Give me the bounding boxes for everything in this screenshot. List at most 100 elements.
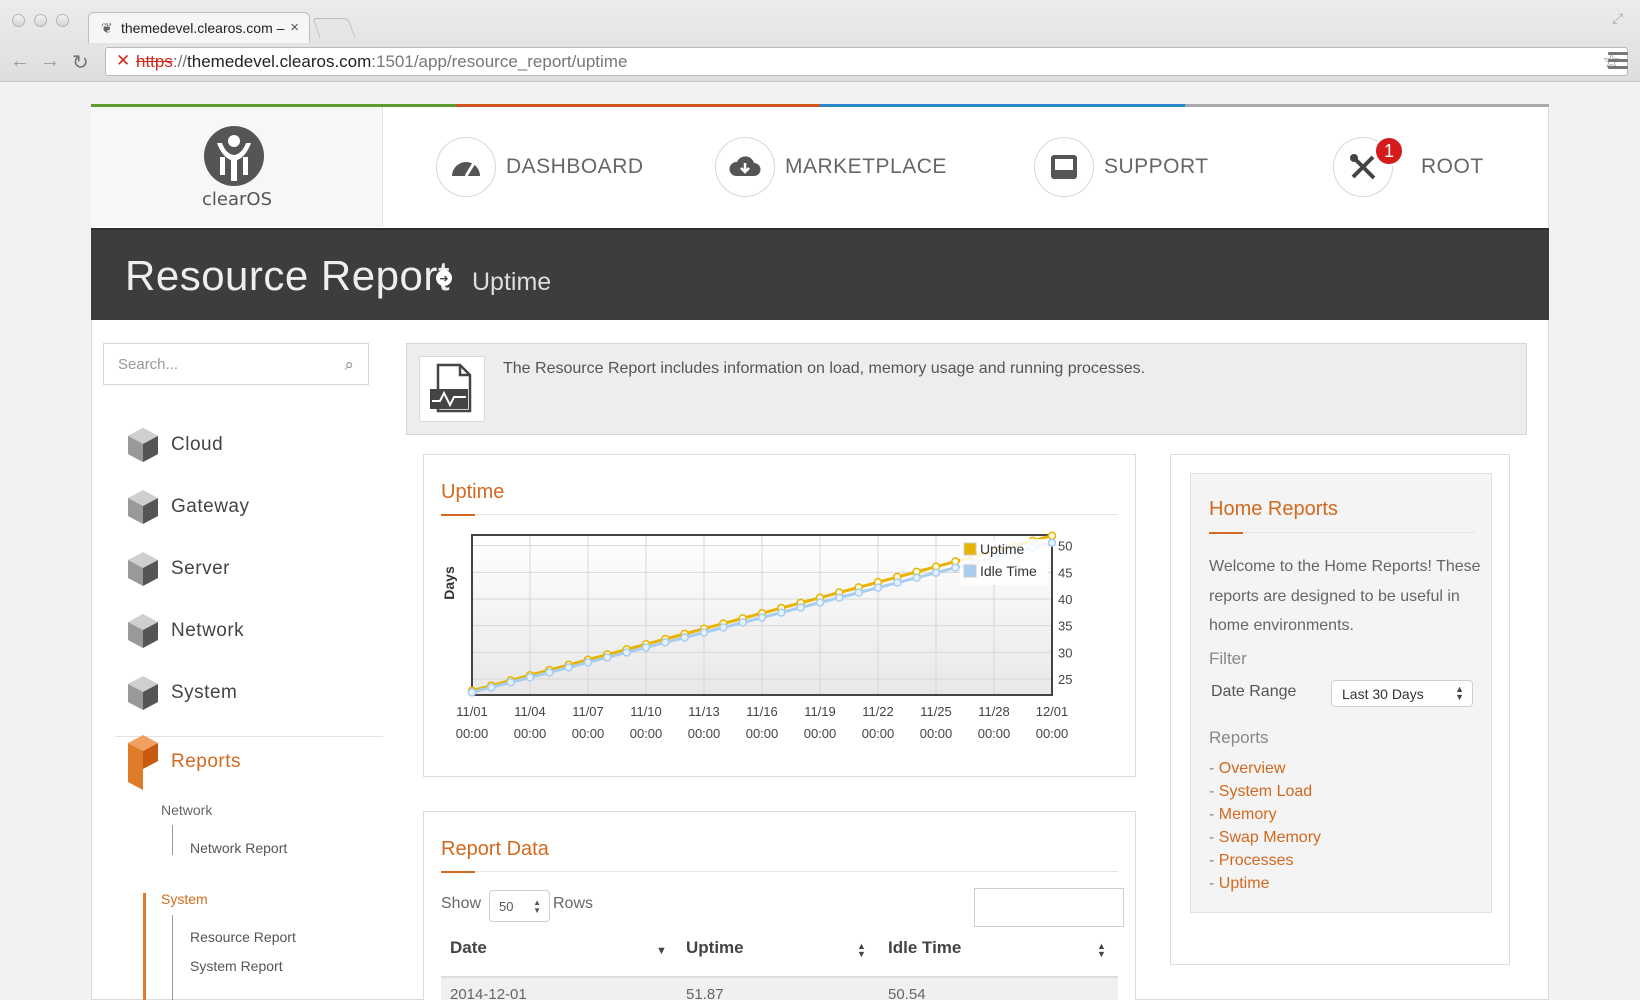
data-point xyxy=(951,563,960,572)
server-cube-icon xyxy=(128,552,158,586)
report-data-title: Report Data xyxy=(441,838,549,860)
search-input[interactable]: Search... ⌕ xyxy=(103,343,369,385)
cloud-cube-icon xyxy=(128,428,158,462)
browser-menu-icon[interactable] xyxy=(1608,52,1628,73)
sidebar-link-network-report[interactable]: Network Report xyxy=(190,840,287,856)
data-point xyxy=(564,663,573,672)
sidebar-item-server[interactable]: Server xyxy=(127,549,230,589)
legend-swatch xyxy=(963,564,977,578)
date-range-select[interactable]: Last 30 Days ▲ ▼ xyxy=(1331,680,1473,707)
rows-per-page-select[interactable]: 50 ▲ ▼ xyxy=(489,890,550,922)
sidebar-item-cloud[interactable]: Cloud xyxy=(127,425,223,465)
data-point xyxy=(893,578,902,587)
active-indicator xyxy=(143,893,146,1000)
y-tick-label: 30 xyxy=(1058,645,1072,660)
x-tick-time: 00:00 xyxy=(920,726,953,741)
column-header-date[interactable]: Date xyxy=(450,938,487,958)
report-link-label: Swap Memory xyxy=(1218,829,1322,846)
nav-root[interactable]: 1 ROOT xyxy=(1333,136,1484,198)
sidebar-item-system[interactable]: System xyxy=(127,673,237,713)
y-tick-label: 35 xyxy=(1058,619,1072,634)
report-link-system-load[interactable]: - System Load xyxy=(1209,783,1312,801)
data-point xyxy=(912,573,921,582)
uptime-panel: Uptime 11/01 00:00 11/04 00:00 11/07 00:00 11/… xyxy=(423,454,1136,777)
cloud-download-icon xyxy=(715,137,775,197)
url-path: :1501/app/resource_report/uptime xyxy=(371,52,628,71)
report-link-overview[interactable]: - Overview xyxy=(1209,760,1285,778)
sidebar-item-label: Network xyxy=(171,620,245,641)
report-link-memory[interactable]: - Memory xyxy=(1209,806,1277,824)
sidebar-link-resource-report[interactable]: Resource Report xyxy=(190,929,296,945)
column-header-uptime[interactable]: Uptime xyxy=(686,938,744,958)
nav-marketplace-label: MARKETPLACE xyxy=(785,155,947,178)
legend-label: Uptime xyxy=(980,541,1025,557)
search-icon[interactable]: ⌕ xyxy=(344,355,354,375)
x-tick-label: 11/19 xyxy=(804,704,836,719)
tools-icon: 1 xyxy=(1333,136,1404,197)
sort-desc-icon[interactable]: ▼ xyxy=(656,946,667,957)
url-separator: :// xyxy=(172,52,188,71)
sidebar-item-gateway[interactable]: Gateway xyxy=(127,487,249,527)
home-reports-description: Welcome to the Home Reports! These repor… xyxy=(1209,558,1481,634)
browser-tab[interactable]: ❦ themedevel.clearos.com – × xyxy=(88,12,310,43)
cell-date: 2014-12-01 xyxy=(450,986,527,1000)
tab-close-icon[interactable]: × xyxy=(290,19,299,36)
sidebar-item-reports[interactable]: Reports xyxy=(127,735,241,790)
reports-group-system: System xyxy=(161,891,208,907)
nav-marketplace[interactable]: MARKETPLACE xyxy=(715,136,947,198)
data-point xyxy=(525,673,535,682)
cell-idle-time: 50.54 xyxy=(888,986,926,1000)
x-tick-label: 11/28 xyxy=(978,704,1010,719)
y-tick-label: 45 xyxy=(1058,565,1072,580)
table-filter-input[interactable] xyxy=(974,888,1124,927)
date-range-label: Date Range xyxy=(1211,683,1297,700)
nav-root-label: ROOT xyxy=(1421,155,1484,178)
sidebar-link-system-report[interactable]: System Report xyxy=(190,958,283,974)
reports-group-network: Network xyxy=(161,802,213,818)
data-point xyxy=(1047,538,1057,548)
nav-dashboard[interactable]: DASHBOARD xyxy=(436,136,644,198)
page-subtitle: Uptime xyxy=(472,268,552,296)
data-point xyxy=(796,603,805,612)
address-bar[interactable]: ✕ https://themedevel.clearos.com:1501/ap… xyxy=(105,47,1628,76)
report-link-processes[interactable]: - Processes xyxy=(1209,852,1293,870)
data-point xyxy=(467,688,477,697)
forward-icon[interactable]: → xyxy=(40,50,60,73)
column-header-idle-time[interactable]: Idle Time xyxy=(888,938,961,958)
x-tick-label: 11/07 xyxy=(572,704,604,719)
new-tab-button[interactable] xyxy=(312,18,356,38)
window-minimize-button[interactable] xyxy=(34,14,47,27)
report-link-swap-memory[interactable]: - Swap Memory xyxy=(1209,829,1321,847)
panel-rule xyxy=(1209,532,1475,534)
report-link-label: Uptime xyxy=(1218,875,1270,892)
browser-chrome: ❦ themedevel.clearos.com – × ⤢ ← → ↻ ✕ h… xyxy=(0,0,1640,82)
window-zoom-button[interactable] xyxy=(56,14,69,27)
x-tick-label: 11/13 xyxy=(688,704,720,719)
notification-badge[interactable]: 1 xyxy=(1374,136,1404,166)
sort-icon[interactable]: ▲ ▼ xyxy=(1097,942,1106,959)
data-point xyxy=(719,623,728,632)
select-arrows-icon: ▲ ▼ xyxy=(1455,684,1464,702)
y-tick-label: 50 xyxy=(1058,539,1072,554)
select-arrows-icon: ▲ ▼ xyxy=(533,898,541,915)
back-icon[interactable]: ← xyxy=(10,50,30,73)
report-link-uptime[interactable]: - Uptime xyxy=(1209,875,1269,893)
x-tick-time: 00:00 xyxy=(456,726,489,741)
window-close-button[interactable] xyxy=(12,14,25,27)
y-axis-label: Days xyxy=(441,566,457,600)
sidebar-item-network[interactable]: Network xyxy=(127,611,244,651)
reload-icon[interactable]: ↻ xyxy=(72,50,89,75)
fullscreen-icon[interactable]: ⤢ xyxy=(1612,10,1623,27)
data-point xyxy=(873,583,883,592)
sidebar-item-label: Cloud xyxy=(171,434,224,455)
logo[interactable]: clearOS xyxy=(91,107,383,227)
report-link-label: Memory xyxy=(1218,806,1277,823)
data-point xyxy=(699,628,709,637)
stripe-grey xyxy=(1184,104,1549,107)
clearos-logo-icon xyxy=(204,126,264,186)
stripe-blue xyxy=(820,104,1185,107)
nav-support[interactable]: SUPPORT xyxy=(1034,136,1209,198)
home-reports-box: Home Reports Welcome to the Home Reports… xyxy=(1190,473,1492,913)
sort-icon[interactable]: ▲ ▼ xyxy=(857,942,866,959)
reports-cube-icon xyxy=(128,735,158,790)
